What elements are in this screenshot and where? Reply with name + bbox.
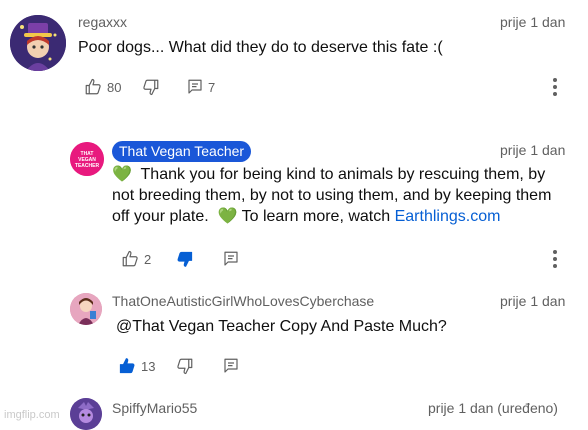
avatar-thatoneautisticgirl[interactable]: [70, 293, 102, 325]
comment-text-line3b: To learn more, watch: [241, 208, 391, 225]
like-count: 13: [141, 359, 156, 374]
comment-text: @That Vegan Teacher Copy And Paste Much?: [116, 318, 447, 335]
watermark: imgflip.com: [4, 409, 60, 421]
green-heart-emoji: 💚: [112, 166, 132, 183]
comment-timestamp[interactable]: prije 1 dan (uređeno): [428, 400, 558, 416]
more-vert-icon: [553, 78, 557, 96]
more-vert-icon: [553, 250, 557, 268]
comment-text-line1: Thank you for being kind to animals by r…: [140, 166, 546, 183]
thumbs-down-filled-icon: [176, 250, 194, 268]
reply-icon: [222, 357, 240, 375]
reply-count: 7: [208, 80, 216, 95]
reply-button[interactable]: [222, 357, 240, 380]
more-options-button[interactable]: [553, 250, 557, 271]
comment-line: 💚 Thank you for being kind to animals by…: [112, 164, 582, 185]
comment-author[interactable]: regaxxx: [78, 14, 127, 30]
dislike-button[interactable]: [142, 78, 160, 101]
comment-timestamp[interactable]: prije 1 dan: [500, 14, 565, 30]
thumbs-down-icon: [142, 78, 160, 96]
like-count: 2: [144, 252, 152, 267]
comment-timestamp[interactable]: prije 1 dan: [500, 293, 565, 309]
dislike-button[interactable]: [176, 357, 194, 380]
reply-button[interactable]: [186, 78, 204, 101]
avatar-spiffymario55[interactable]: [70, 398, 102, 430]
comment-text: Poor dogs... What did they do to deserve…: [78, 39, 443, 56]
reply-icon: [222, 250, 240, 268]
comment-line: off your plate. 💚 To learn more, watch E…: [112, 206, 582, 227]
more-options-button[interactable]: [553, 78, 557, 99]
thumbs-down-icon: [176, 357, 194, 375]
svg-text:TEACHER: TEACHER: [75, 163, 100, 169]
thumbs-up-icon: [84, 78, 102, 96]
dislike-button[interactable]: [176, 250, 194, 273]
reply-button[interactable]: [222, 250, 240, 273]
earthlings-link[interactable]: Earthlings.com: [395, 208, 501, 225]
comment-author[interactable]: SpiffyMario55: [112, 400, 197, 416]
like-button[interactable]: [121, 250, 139, 273]
thumbs-up-filled-icon: [118, 357, 136, 375]
thumbs-up-icon: [121, 250, 139, 268]
comment-author[interactable]: ThatOneAutisticGirlWhoLovesCyberchase: [112, 293, 374, 309]
comment-text-line2: not breeding them, by not to using them,…: [112, 187, 552, 204]
like-button[interactable]: [84, 78, 102, 101]
comment-text: 💚 Thank you for being kind to animals by…: [112, 164, 582, 227]
like-count: 80: [107, 80, 122, 95]
avatar-regaxxx[interactable]: [10, 15, 66, 71]
avatar-that-vegan-teacher[interactable]: THAT VEGAN TEACHER: [70, 142, 104, 176]
reply-icon: [186, 78, 204, 96]
comment-timestamp[interactable]: prije 1 dan: [500, 142, 565, 158]
green-heart-emoji: 💚: [217, 208, 238, 225]
author-badge[interactable]: That Vegan Teacher: [112, 141, 252, 162]
like-button[interactable]: [118, 357, 136, 380]
comment-text-line3a: off your plate.: [112, 208, 209, 225]
